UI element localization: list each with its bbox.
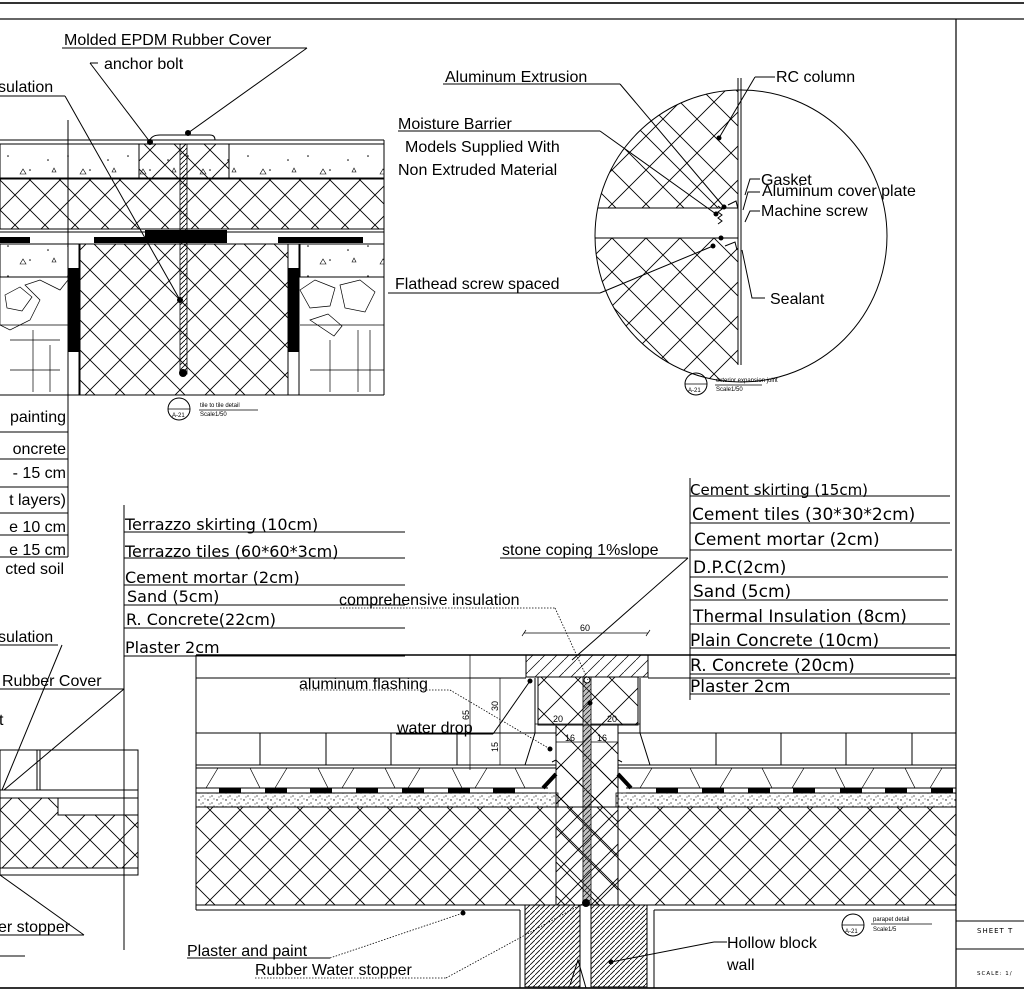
parapet-left-layer-5: Plaster 2cm	[125, 638, 220, 657]
label-insulation-lower: sulation	[0, 629, 53, 646]
callout-parapet: A-21 parapet detail Scale1/5	[841, 913, 932, 937]
parapet-right-layer-2: Cement mortar (2cm)	[694, 530, 880, 550]
parapet-left-layer-1: Terrazzo tiles (60*60*3cm)	[124, 542, 338, 561]
parapet-right-layer-4: Sand (5cm)	[693, 582, 791, 602]
label-insulation-top: sulation	[0, 79, 53, 96]
label-molded-epdm-cover: Molded EPDM Rubber Cover	[64, 32, 272, 49]
legend-row-1: oncrete	[13, 441, 66, 458]
title-block: SHEET T SCALE: 1/	[956, 920, 1024, 977]
legend-row-4: e 10 cm	[9, 519, 66, 536]
parapet-left-layer-0: Terrazzo skirting (10cm)	[124, 515, 318, 534]
dim-offset-20-right: 20	[607, 714, 617, 724]
parapet-left-layer-legend: Terrazzo skirting (10cm) Terrazzo tiles …	[124, 515, 405, 657]
legend-row-0: painting	[10, 409, 66, 426]
label-hollow-block-wall: wall	[726, 957, 755, 974]
callout-title: tile to tile detail	[200, 403, 240, 409]
parapet-right-layer-0: Cement skirting (15cm)	[690, 481, 868, 499]
label-water-drop: water drop	[396, 720, 473, 737]
label-bolt-lower: t	[0, 712, 4, 729]
callout-tile-to-tile: A-21 tile to tile detail Scale1/50	[167, 397, 258, 421]
dim-offset-16-left: 16	[565, 733, 575, 743]
label-aluminum-cover-plate: Aluminum cover plate	[762, 183, 916, 200]
parapet-left-layer-3: Sand (5cm)	[127, 587, 219, 606]
dim-offset-20-left: 20	[553, 714, 563, 724]
label-comprehensive-insulation: comprehensive insulation	[339, 592, 520, 609]
parapet-left-layer-4: R. Concrete(22cm)	[126, 610, 276, 629]
callout-title: exterior expansion joint	[716, 378, 778, 384]
parapet-right-layer-5: Thermal Insulation (8cm)	[692, 607, 907, 627]
label-anchor-bolt: anchor bolt	[104, 56, 184, 73]
exterior-expansion-joint-detail: Aluminum Extrusion RC column Moisture Ba…	[388, 69, 916, 396]
sheet-scale: SCALE: 1/	[977, 971, 1013, 977]
callout-number: A-21	[688, 388, 701, 394]
sheet-title: SHEET T	[977, 927, 1013, 935]
callout-scale: Scale1/50	[200, 412, 227, 418]
label-aluminum-extrusion: Aluminum Extrusion	[445, 69, 587, 86]
parapet-left-layer-2: Cement mortar (2cm)	[125, 568, 300, 587]
legend-row-2: - 15 cm	[13, 465, 66, 482]
parapet-right-layer-3: D.P.C(2cm)	[693, 558, 786, 578]
dim-coping-width: 60	[580, 623, 590, 633]
dim-height-65: 65	[461, 710, 471, 720]
label-rc-column: RC column	[776, 69, 855, 86]
parapet-right-layer-6: Plain Concrete (10cm)	[690, 631, 879, 651]
parapet-detail: Terrazzo skirting (10cm) Terrazzo tiles …	[124, 478, 957, 989]
dim-height-15: 15	[490, 742, 500, 752]
label-stopper-lower: er stopper	[0, 919, 71, 936]
label-moisture-barrier: Moisture Barrier	[398, 116, 512, 133]
callout-scale: Scale1/50	[716, 387, 743, 393]
label-aluminum-flashing: aluminum flashing	[299, 676, 428, 693]
parapet-right-layer-7: R. Concrete (20cm)	[690, 656, 855, 676]
parapet-right-layer-1: Cement tiles (30*30*2cm)	[692, 505, 915, 525]
label-flathead-screw: Flathead screw spaced	[395, 276, 560, 293]
callout-number: A-21	[172, 413, 185, 419]
label-hollow-block: Hollow block	[727, 935, 818, 952]
label-models-line1: Models Supplied With	[405, 139, 560, 156]
cad-drawing-sheet: SHEET T SCALE: 1/ Molded EPDM Rubber Cov…	[0, 2, 1024, 989]
callout-number: A-21	[845, 929, 858, 935]
callout-title: parapet detail	[873, 917, 909, 923]
label-stone-coping: stone coping 1%slope	[502, 542, 659, 559]
label-rubber-cover-lower: Rubber Cover	[2, 673, 102, 690]
legend-row-6: cted soil	[5, 561, 64, 578]
dim-height-30: 30	[490, 701, 500, 711]
label-sealant: Sealant	[770, 291, 825, 308]
parapet-right-layer-legend: Cement skirting (15cm) Cement tiles (30*…	[689, 478, 952, 700]
tile-to-tile-detail: Molded EPDM Rubber Cover anchor bolt sul…	[0, 32, 385, 421]
label-machine-screw: Machine screw	[761, 203, 868, 220]
legend-row-5: e 15 cm	[9, 542, 66, 559]
callout-scale: Scale1/5	[873, 927, 897, 933]
left-layer-legend: painting oncrete - 15 cm t layers) e 10 …	[0, 395, 69, 578]
parapet-right-layer-8: Plaster 2cm	[690, 677, 791, 697]
label-plaster-and-paint: Plaster and paint	[187, 943, 308, 960]
dim-offset-16-right: 16	[597, 733, 607, 743]
label-models-line2: Non Extruded Material	[398, 162, 557, 179]
legend-row-3: t layers)	[9, 492, 66, 509]
label-rubber-water-stopper: Rubber Water stopper	[255, 962, 412, 979]
